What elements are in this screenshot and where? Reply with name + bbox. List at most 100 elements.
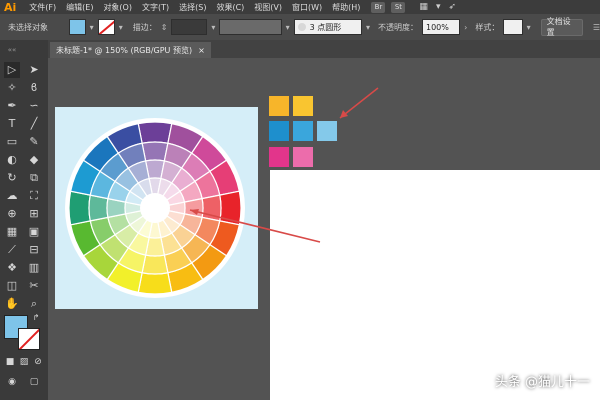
chevron-down-icon[interactable]: ▾ (119, 23, 123, 32)
document-title: 未标题-1* @ 150% (RGB/GPU 预览) (56, 45, 193, 55)
wheel-segment (141, 141, 169, 162)
wheel-segment (141, 254, 169, 275)
artboard[interactable] (270, 170, 600, 400)
hand-icon[interactable]: ✋ (4, 296, 20, 312)
none-mode-icon[interactable]: ⊘ (30, 354, 46, 370)
stroke-label: 描边： (132, 22, 157, 32)
document-setup-button[interactable]: 文档设置 (540, 17, 583, 37)
variable-width-profile[interactable] (219, 19, 282, 35)
swap-colors-icon[interactable]: ↱ (28, 310, 44, 326)
type-icon[interactable]: T (4, 116, 20, 132)
style-label: 样式： (475, 22, 500, 32)
chevron-down-icon[interactable]: ▾ (90, 23, 94, 32)
swatch-blue-3[interactable] (317, 121, 337, 141)
menu-object[interactable]: 对象(O) (98, 2, 137, 13)
swatch-pink-2[interactable] (293, 147, 313, 167)
opacity-label: 不透明度： (377, 22, 418, 32)
direct-selection-tool-icon[interactable]: ➤ (26, 62, 42, 78)
paintbrush-icon[interactable]: ✎ (26, 134, 42, 150)
mesh-icon[interactable]: ▦ (4, 224, 20, 240)
close-icon[interactable]: × (198, 46, 205, 55)
line-icon[interactable]: ╱ (26, 116, 42, 132)
menu-help[interactable]: 帮助(H) (327, 2, 365, 13)
workspace-icons: ▦ ▾ ➶ (419, 2, 456, 12)
menu-file[interactable]: 文件(F) (24, 2, 61, 13)
swatch-yellow-2[interactable] (293, 96, 313, 116)
blend-icon[interactable]: ⊟ (26, 242, 42, 258)
perspective-icon[interactable]: ⊞ (26, 206, 42, 222)
menu-view[interactable]: 视图(V) (249, 2, 287, 13)
free-transform-icon[interactable]: ⛶ (26, 188, 42, 204)
panel-collapse-icon[interactable]: «« (4, 42, 20, 58)
stepper-icon[interactable]: ⇕ (161, 23, 168, 32)
app-logo: Ai (4, 0, 17, 14)
selection-status: 未选择对象 (8, 22, 48, 32)
scale-icon[interactable]: ⧉ (26, 170, 42, 186)
magic-wand-icon[interactable]: ✧ (4, 80, 20, 96)
brush-value: 3 点圆形 (309, 22, 342, 32)
menu-edit[interactable]: 编辑(E) (61, 2, 98, 13)
swatch-blue-2[interactable] (293, 121, 313, 141)
stroke-swatch[interactable] (97, 19, 115, 35)
canvas[interactable] (48, 58, 600, 400)
wheel-segment (137, 121, 173, 144)
menu-window[interactable]: 窗口(W) (287, 2, 327, 13)
watermark: 头条 @猫儿十一 (494, 375, 590, 390)
eraser-icon[interactable]: ◆ (26, 152, 42, 168)
wheel-segment (219, 190, 242, 226)
gradient-icon[interactable]: ▣ (26, 224, 42, 240)
slice-icon[interactable]: ✂ (26, 278, 42, 294)
chevron-down-icon[interactable]: ▾ (527, 23, 531, 32)
curvature-icon[interactable]: ∽ (26, 98, 42, 114)
swatch-blue-1[interactable] (269, 121, 289, 141)
menu-icon[interactable]: ☰ (593, 23, 600, 32)
menu-select[interactable]: 选择(S) (174, 2, 211, 13)
wheel-segment (137, 272, 173, 295)
wheel-segment (68, 190, 91, 226)
chevron-down-icon[interactable]: ▾ (366, 23, 370, 32)
lasso-icon[interactable]: ϐ (26, 80, 42, 96)
eyedropper-icon[interactable]: ⟋ (4, 242, 20, 258)
stroke-weight-field[interactable] (171, 19, 208, 35)
fill-swatch[interactable] (68, 19, 86, 35)
column-graph-icon[interactable]: ▥ (26, 260, 42, 276)
rocket-icon[interactable]: ➶ (448, 2, 456, 12)
wheel-center (140, 193, 170, 223)
document-tab-bar: 未标题-1* @ 150% (RGB/GPU 预览) × (48, 40, 600, 58)
tools-panel: «« ▷ ➤ ✧ ϐ ✒ ∽ T ╱ ▭ ✎ ◐ ◆ ↻ ⧉ ☁ ⛶ ⊕ ⊞ ▦… (0, 40, 49, 400)
chevron-right-icon[interactable]: › (464, 23, 467, 32)
brush-dot-icon (297, 23, 306, 31)
stock-badge[interactable]: St (391, 1, 406, 13)
chevron-down-icon[interactable]: ▾ (286, 23, 290, 32)
wheel-segment (88, 194, 109, 222)
menu-effect[interactable]: 效果(C) (211, 2, 249, 13)
color-wheel (65, 118, 245, 298)
draw-mode-icon[interactable]: ◉ (4, 374, 20, 390)
color-wheel-image[interactable] (55, 107, 258, 309)
stroke-color-proxy[interactable] (18, 328, 40, 350)
chevron-down-icon[interactable]: ▾ (211, 23, 215, 32)
menu-bar: Ai 文件(F) 编辑(E) 对象(O) 文字(T) 选择(S) 效果(C) 视… (0, 0, 600, 14)
document-tab[interactable]: 未标题-1* @ 150% (RGB/GPU 预览) × (50, 42, 211, 58)
rotate-icon[interactable]: ↻ (4, 170, 20, 186)
brush-definition[interactable]: 3 点圆形 (293, 19, 362, 35)
dropdown-icon[interactable]: ▾ (436, 2, 441, 12)
symbol-sprayer-icon[interactable]: ❖ (4, 260, 20, 276)
rectangle-icon[interactable]: ▭ (4, 134, 20, 150)
shaper-icon[interactable]: ◐ (4, 152, 20, 168)
control-bar: 未选择对象 ▾ ▾ 描边： ⇕ ▾ ▾ 3 点圆形 ▾ 不透明度： 100% ›… (0, 14, 600, 41)
selection-tool-icon[interactable]: ▷ (4, 62, 20, 78)
warp-icon[interactable]: ☁ (4, 188, 20, 204)
bridge-badge[interactable]: Br (371, 1, 386, 13)
menu-type[interactable]: 文字(T) (137, 2, 174, 13)
pen-icon[interactable]: ✒ (4, 98, 20, 114)
artboard-icon[interactable]: ◫ (4, 278, 20, 294)
opacity-field[interactable]: 100% (421, 19, 461, 35)
wheel-segment (201, 194, 222, 222)
swatch-pink-1[interactable] (269, 147, 289, 167)
shape-builder-icon[interactable]: ⊕ (4, 206, 20, 222)
screen-mode-icon[interactable]: ▢ (26, 374, 42, 390)
grid-icon[interactable]: ▦ (419, 2, 428, 12)
swatch-yellow-1[interactable] (269, 96, 289, 116)
style-swatch[interactable] (503, 19, 523, 35)
